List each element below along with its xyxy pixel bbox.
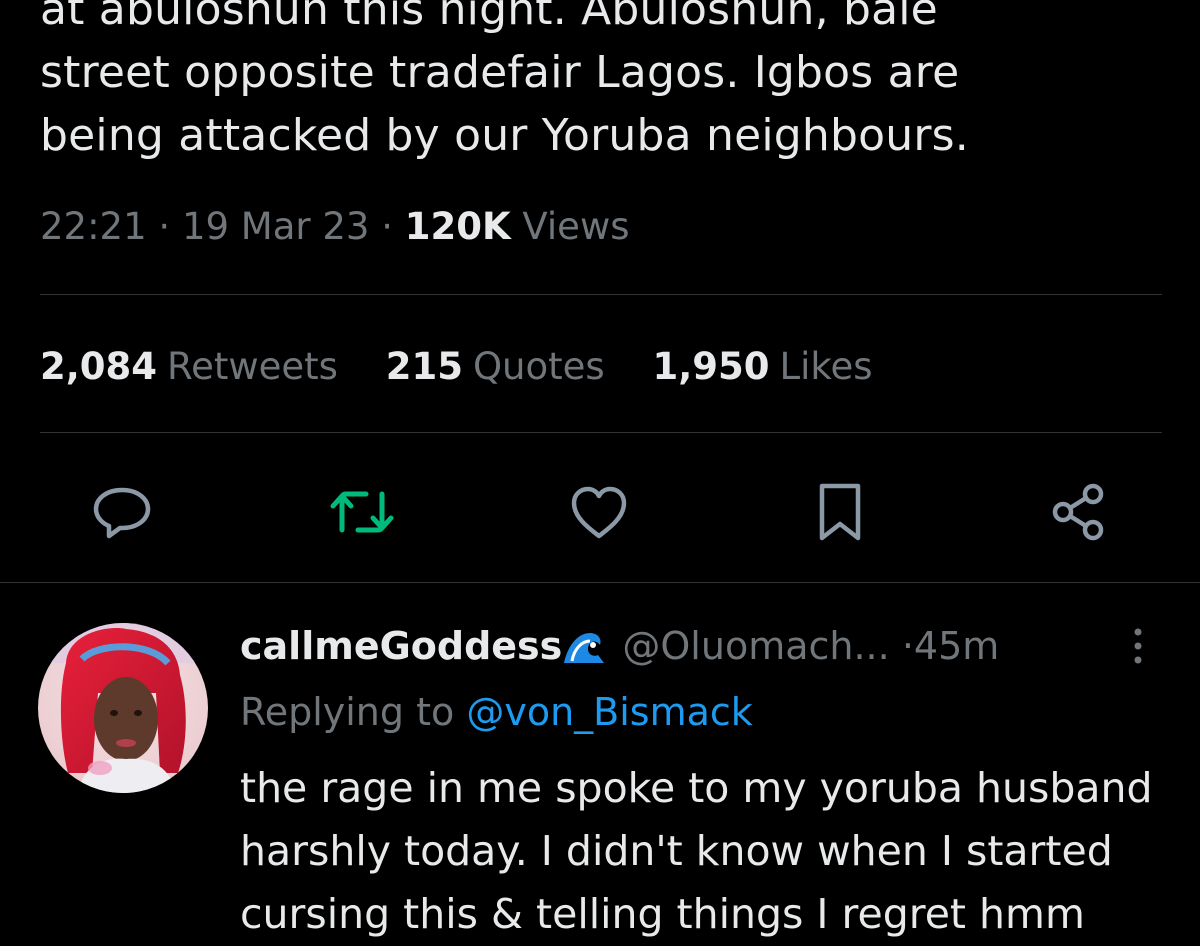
divider [40, 294, 1162, 295]
views-label: Views [522, 205, 630, 248]
tweet-text-line: being attacked by our Yoruba neighbours. [40, 110, 969, 161]
bookmark-icon [819, 483, 861, 541]
bookmark-button[interactable] [808, 480, 872, 544]
replying-to: Replying to @von_Bismack [240, 690, 753, 734]
divider [40, 432, 1162, 433]
meta-separator: · [158, 205, 171, 248]
retweet-button[interactable] [330, 480, 394, 544]
likes-label: Likes [779, 345, 873, 388]
retweets-count: 2,084 [40, 345, 158, 388]
share-button[interactable] [1048, 480, 1112, 544]
more-options-icon[interactable] [1128, 624, 1148, 668]
reply-text-line: the rage in me spoke to my yoruba husban… [240, 764, 1153, 812]
tweet-date[interactable]: 19 Mar 23 [182, 205, 370, 248]
quotes-count: 215 [385, 345, 463, 388]
replying-handle-link[interactable]: @von_Bismack [466, 690, 752, 734]
share-icon [1052, 483, 1104, 541]
reply-time[interactable]: 45m [914, 624, 999, 668]
likes-stat[interactable]: 1,950 Likes [652, 345, 872, 388]
speech-bubble-icon [93, 487, 151, 539]
tweet-text: at abuloshun this night. Abuloshun, bale… [40, 0, 1170, 167]
quotes-stat[interactable]: 215 Quotes [386, 345, 605, 388]
tweet-text-line: street opposite tradefair Lagos. Igbos a… [40, 47, 960, 98]
wave-emoji-icon [564, 633, 605, 663]
reply-display-name[interactable]: callmeGoddess [240, 624, 562, 668]
divider [0, 582, 1200, 583]
replying-prefix: Replying to [240, 690, 455, 734]
avatar-photo [38, 623, 208, 793]
tweet-action-bar [0, 480, 1200, 544]
meta-separator: · [381, 205, 393, 248]
retweet-icon [330, 491, 394, 533]
reply-button[interactable] [90, 480, 154, 544]
tweet-time[interactable]: 22:21 [40, 205, 147, 248]
like-button[interactable] [567, 480, 631, 544]
reply-text: the rage in me spoke to my yoruba husban… [240, 757, 1190, 946]
heart-icon [571, 486, 627, 539]
reply-header: callmeGoddess @Oluomach... ·45m [240, 624, 999, 668]
retweets-stat[interactable]: 2,084 Retweets [40, 345, 338, 388]
reply-handle[interactable]: @Oluomach... [622, 624, 889, 668]
views-count[interactable]: 120K [405, 205, 511, 248]
header-separator: · [901, 624, 914, 668]
reply-text-line: harshly today. I didn't know when I star… [240, 827, 1113, 875]
tweet-meta: 22:21 · 19 Mar 23 · 120K Views [40, 205, 630, 248]
retweets-label: Retweets [167, 345, 338, 388]
reply-text-line: cursing this & telling things I regret h… [240, 890, 1085, 938]
engagement-stats: 2,084 Retweets 215 Quotes 1,950 Likes [40, 345, 909, 388]
quotes-label: Quotes [472, 345, 605, 388]
likes-count: 1,950 [652, 345, 770, 388]
avatar[interactable] [38, 623, 208, 793]
tweet-text-line: at abuloshun this night. Abuloshun, bale [40, 0, 938, 35]
